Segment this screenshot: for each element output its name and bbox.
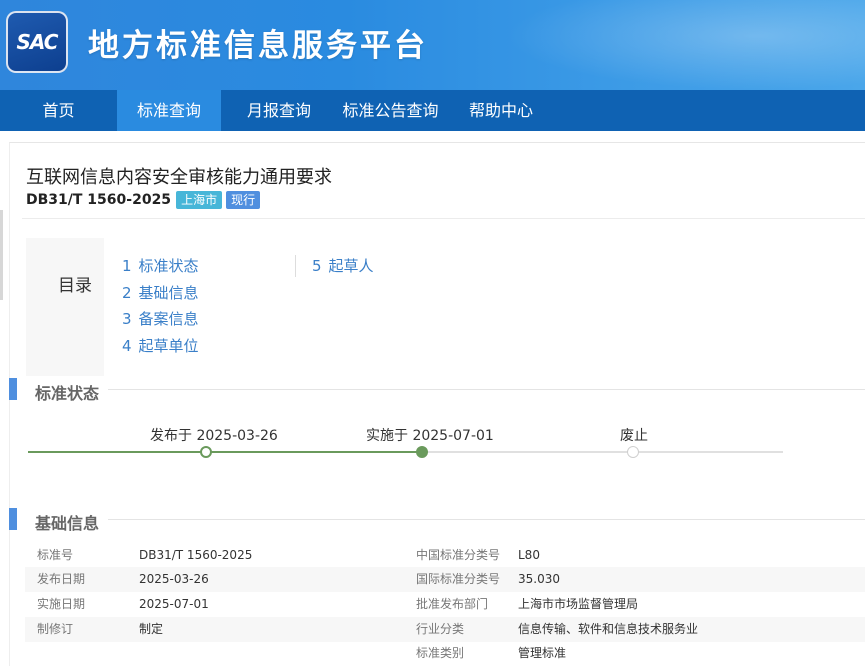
toc-item-drafters[interactable]: 5 起草人 [312,255,374,276]
toc-label-box [26,238,104,376]
info-key: 批准发布部门 [416,597,489,611]
info-row: 标准类别 管理标准 [25,641,865,666]
site-header: SAC 地方标准信息服务平台 [0,0,865,90]
sac-logo[interactable]: SAC [6,11,68,73]
info-value: 2025-07-01 [139,597,209,611]
toc-item-number: 3 [122,310,132,328]
toc-item-number: 4 [122,337,132,355]
info-key: 国际标准分类号 [416,572,501,586]
nav-item-monthly-report[interactable]: 月报查询 [221,90,337,131]
info-row: 制修订 制定 行业分类 信息传输、软件和信息技术服务业 [25,617,865,642]
toc-item-drafting-org[interactable]: 4 起草单位 [122,335,199,356]
nav-item-home[interactable]: 首页 [0,90,117,131]
timeline-label-abolished: 废止 [620,428,648,444]
info-row: 实施日期 2025-07-01 批准发布部门 上海市市场监督管理局 [25,592,865,617]
toc-item-number: 2 [122,284,132,302]
toc-label: 目录 [58,276,92,296]
info-row: 发布日期 2025-03-26 国际标准分类号 35.030 [25,567,865,592]
standard-title: 互联网信息内容安全审核能力通用要求 [26,167,332,188]
section-marker [9,508,17,530]
toc-item-label: 基础信息 [138,284,199,302]
timeline-progress [28,451,422,453]
toc-item-label: 起草单位 [138,337,199,355]
main-nav: 首页 标准查询 月报查询 标准公告查询 帮助中心 [0,90,865,131]
toc-item-filing-info[interactable]: 3 备案信息 [122,308,199,329]
info-value: 上海市市场监督管理局 [518,597,639,611]
section-divider [108,389,865,390]
toc-item-number: 5 [312,257,322,275]
timeline-dot-published [200,446,212,458]
toc-item-label: 标准状态 [138,257,199,275]
section-title-status: 标准状态 [35,384,100,403]
region-badge: 上海市 [176,191,223,209]
info-key: 标准号 [37,548,74,562]
info-value: 2025-03-26 [139,572,209,586]
section-divider [108,519,865,520]
info-key: 中国标准分类号 [416,548,501,562]
header-decoration [505,0,865,90]
timeline-dot-abolished [627,446,639,458]
timeline-label-published: 发布于 2025-03-26 [150,428,278,444]
toc-item-label: 起草人 [328,257,374,275]
timeline-label-effective: 实施于 2025-07-01 [366,428,494,444]
timeline-dot-effective [416,446,428,458]
left-edge-bar [0,210,3,300]
info-key: 行业分类 [416,622,465,636]
info-key: 制修订 [37,622,74,636]
title-divider [22,218,865,219]
nav-item-standard-search[interactable]: 标准查询 [117,90,221,131]
toc-item-basic-info[interactable]: 2 基础信息 [122,282,199,303]
info-value: DB31/T 1560-2025 [139,548,253,562]
standard-code: DB31/T 1560-2025 [26,192,172,208]
nav-item-help-center[interactable]: 帮助中心 [444,90,558,131]
standard-code-row: DB31/T 1560-2025 上海市 现行 [26,191,261,209]
nav-item-announcement-search[interactable]: 标准公告查询 [337,90,444,131]
info-value: 信息传输、软件和信息技术服务业 [518,622,699,636]
logo-text: SAC [16,30,59,54]
toc-item-number: 1 [122,257,132,275]
status-timeline [28,445,783,459]
info-key: 实施日期 [37,597,86,611]
section-marker [9,378,17,400]
section-title-basic: 基础信息 [35,514,100,533]
toc-column-divider [295,255,296,277]
info-value: L80 [518,548,540,562]
site-title: 地方标准信息服务平台 [88,28,428,64]
info-key: 发布日期 [37,572,86,586]
toc-item-standard-status[interactable]: 1 标准状态 [122,255,199,276]
status-badge: 现行 [226,191,261,209]
info-row: 标准号 DB31/T 1560-2025 中国标准分类号 L80 [25,543,865,568]
info-value: 制定 [139,622,164,636]
info-value: 管理标准 [518,646,567,660]
toc-item-label: 备案信息 [138,310,199,328]
info-value: 35.030 [518,572,560,586]
info-key: 标准类别 [416,646,465,660]
